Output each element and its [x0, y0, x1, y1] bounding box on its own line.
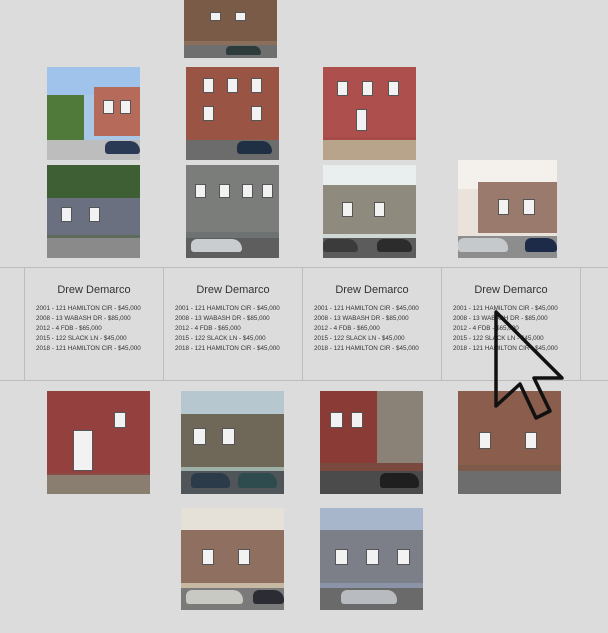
agent-card[interactable]: Drew Demarco 2001 - 121 HAMILTON CIR - $…: [302, 268, 442, 380]
house-photo-thumbnail[interactable]: [181, 391, 284, 494]
sale-record: 2015 - 122 SLACK LN - $45,000: [175, 335, 266, 342]
mouse-pointer-icon: [494, 310, 564, 420]
agent-name: Drew Demarco: [196, 284, 270, 296]
sale-record: 2015 - 122 SLACK LN - $45,000: [314, 335, 405, 342]
house-photo-thumbnail[interactable]: [320, 391, 423, 494]
agent-card[interactable]: Drew Demarco 2001 - 121 HAMILTON CIR - $…: [24, 268, 164, 380]
house-photo-thumbnail[interactable]: [323, 67, 416, 160]
sales-history-list: 2001 - 121 HAMILTON CIR - $45,000 2008 -…: [175, 304, 280, 354]
sale-record: 2001 - 121 HAMILTON CIR - $45,000: [175, 305, 280, 312]
agent-name: Drew Demarco: [57, 284, 131, 296]
sale-record: 2012 - 4 FDB - $65,000: [314, 325, 380, 332]
house-photo-thumbnail[interactable]: [323, 165, 416, 258]
sale-record: 2001 - 121 HAMILTON CIR - $45,000: [36, 305, 141, 312]
sale-record: 2008 - 13 WABASH DR - $85,000: [175, 315, 270, 322]
sales-history-list: 2001 - 121 HAMILTON CIR - $45,000 2008 -…: [314, 304, 419, 354]
house-photo-thumbnail[interactable]: [47, 391, 150, 494]
sale-record: 2018 - 121 HAMILTON CIR - $45,000: [314, 345, 419, 352]
house-photo-thumbnail[interactable]: [458, 160, 557, 258]
sale-record: 2015 - 122 SLACK LN - $45,000: [36, 335, 127, 342]
sale-record: 2012 - 4 FDB - $65,000: [36, 325, 102, 332]
sale-record: 2018 - 121 HAMILTON CIR - $45,000: [36, 345, 141, 352]
house-photo-thumbnail[interactable]: [186, 67, 279, 160]
agent-name: Drew Demarco: [474, 284, 548, 296]
sale-record: 2008 - 13 WABASH DR - $85,000: [36, 315, 131, 322]
agent-name: Drew Demarco: [335, 284, 409, 296]
house-photo-thumbnail[interactable]: [47, 165, 140, 258]
sale-record: 2012 - 4 FDB - $65,000: [175, 325, 241, 332]
house-photo-thumbnail[interactable]: [320, 508, 423, 610]
sale-record: 2001 - 121 HAMILTON CIR - $45,000: [314, 305, 419, 312]
house-photo-thumbnail[interactable]: [181, 508, 284, 610]
house-photo-thumbnail[interactable]: [184, 0, 277, 58]
sale-record: 2008 - 13 WABASH DR - $85,000: [314, 315, 409, 322]
house-photo-thumbnail[interactable]: [186, 165, 279, 258]
sales-history-list: 2001 - 121 HAMILTON CIR - $45,000 2008 -…: [36, 304, 141, 354]
house-photo-thumbnail[interactable]: [47, 67, 140, 160]
sale-record: 2018 - 121 HAMILTON CIR - $45,000: [175, 345, 280, 352]
agent-card[interactable]: Drew Demarco 2001 - 121 HAMILTON CIR - $…: [163, 268, 303, 380]
